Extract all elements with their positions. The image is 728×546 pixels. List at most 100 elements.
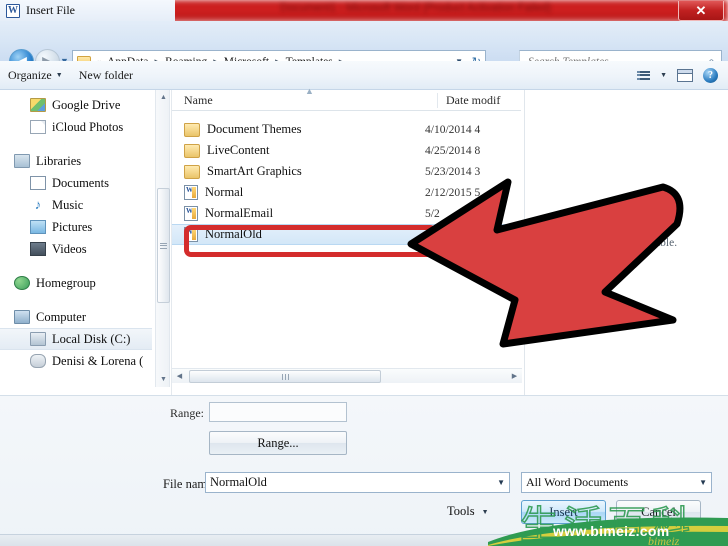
- sidebar-scrollbar[interactable]: ▲ ▼: [155, 90, 170, 387]
- table-row-selected[interactable]: W NormalOld: [172, 224, 521, 245]
- sidebar-item-label: Denisi & Lorena (: [52, 353, 144, 368]
- scrollbar-thumb[interactable]: [189, 369, 381, 383]
- sidebar-item-videos[interactable]: Videos: [0, 238, 152, 260]
- date-modified-cell: 5/2: [425, 207, 440, 220]
- table-row[interactable]: SmartArt Graphics 5/23/2014 3: [172, 161, 521, 182]
- sidebar-item-denisi-lorena[interactable]: Denisi & Lorena (: [0, 350, 152, 372]
- sidebar-item-documents[interactable]: Documents: [0, 172, 152, 194]
- file-name-label: NormalOld: [205, 227, 262, 241]
- file-name-value[interactable]: NormalOld: [210, 475, 497, 490]
- scroll-up-arrow[interactable]: ▲: [156, 90, 171, 105]
- sidebar-item-label: Computer: [36, 309, 86, 324]
- file-list-horizontal-scrollbar[interactable]: ◀ ▶: [172, 368, 522, 383]
- view-options-icon[interactable]: [637, 70, 651, 80]
- address-bar-row: ◀ ▶ ▼ « AppData ▸ Roaming ▸ Microsoft ▸ …: [0, 21, 728, 74]
- range-button[interactable]: Range...: [209, 431, 347, 455]
- videos-icon: [30, 242, 46, 256]
- file-list-rows: Document Themes 4/10/2014 4 LiveContent …: [172, 111, 521, 245]
- word-template-icon: W: [184, 185, 198, 200]
- sidebar-item-computer[interactable]: Computer: [0, 306, 152, 328]
- file-name-label: LiveContent: [207, 143, 270, 157]
- scrollbar-thumb[interactable]: [157, 188, 170, 303]
- chevron-down-icon[interactable]: ▼: [660, 72, 667, 79]
- sidebar-item-libraries[interactable]: Libraries: [0, 150, 152, 172]
- scrollbar-grip: [160, 241, 167, 250]
- file-list-header: Name ▲ Date modif: [172, 86, 521, 111]
- scroll-left-arrow[interactable]: ◀: [172, 369, 187, 384]
- music-icon: ♪: [34, 197, 42, 212]
- toolbar-right-group: ▼ ?: [637, 67, 728, 83]
- table-row[interactable]: W NormalEmail 5/2: [172, 203, 521, 224]
- word-template-icon: W: [184, 206, 198, 221]
- file-name-label: Normal: [205, 185, 244, 199]
- dialog-body: Google Drive iCloud Photos Libraries Doc…: [0, 86, 728, 395]
- word-icon: W: [6, 3, 20, 18]
- file-name-label: Document Themes: [207, 122, 302, 136]
- column-header-name-label: Name: [184, 93, 213, 107]
- preview-message: No preview available.: [575, 236, 678, 249]
- column-header-date-modified[interactable]: Date modif: [437, 93, 500, 108]
- file-type-value: All Word Documents: [526, 475, 629, 489]
- chevron-down-icon[interactable]: ▼: [699, 478, 707, 487]
- preview-pane-icon[interactable]: [677, 68, 693, 82]
- sidebar-item-label: Homegroup: [36, 275, 96, 290]
- dialog-title: Insert File: [26, 3, 75, 17]
- date-modified-cell: 4/25/2014 8: [425, 144, 481, 157]
- homegroup-icon: [14, 276, 30, 290]
- file-name-cell: W Normal: [172, 185, 425, 200]
- chevron-down-icon[interactable]: ▼: [497, 478, 505, 487]
- libraries-icon: [14, 154, 30, 168]
- computer-icon: [14, 310, 30, 324]
- file-name-combobox[interactable]: NormalOld ▼: [205, 472, 510, 493]
- chevron-down-icon: ▼: [55, 71, 63, 79]
- document-icon: [30, 120, 46, 134]
- google-drive-icon: [30, 98, 46, 112]
- file-name-cell: W NormalOld: [172, 227, 425, 242]
- navigation-sidebar: Google Drive iCloud Photos Libraries Doc…: [0, 90, 152, 395]
- cancel-button[interactable]: Cancel: [616, 500, 701, 524]
- scroll-right-arrow[interactable]: ▶: [507, 369, 522, 384]
- sidebar-item-pictures[interactable]: Pictures: [0, 216, 152, 238]
- table-row[interactable]: LiveContent 4/25/2014 8: [172, 140, 521, 161]
- file-type-select[interactable]: All Word Documents ▼: [521, 472, 712, 493]
- close-button[interactable]: ✕: [678, 1, 724, 21]
- organize-button[interactable]: Organize ▼: [0, 65, 71, 86]
- dialog-titlebar: W Insert File: [0, 0, 175, 21]
- table-row[interactable]: W Normal 2/12/2015 5: [172, 182, 521, 203]
- new-folder-button[interactable]: New folder: [71, 65, 141, 86]
- file-name-cell: LiveContent: [172, 143, 425, 158]
- sidebar-item-music[interactable]: ♪ Music: [0, 194, 152, 216]
- organize-label: Organize: [8, 67, 52, 82]
- sidebar-item-label: Libraries: [36, 153, 82, 168]
- sidebar-item-google-drive[interactable]: Google Drive: [0, 94, 152, 116]
- chevron-down-icon: ▼: [481, 507, 489, 516]
- date-modified-cell: 2/12/2015 5: [425, 186, 481, 199]
- file-name-cell: W NormalEmail: [172, 206, 425, 221]
- documents-icon: [30, 176, 46, 190]
- usb-drive-icon: [30, 354, 46, 368]
- tools-button[interactable]: Tools ▼: [447, 504, 489, 519]
- scroll-down-arrow[interactable]: ▼: [156, 372, 171, 387]
- scrollbar-track[interactable]: [187, 369, 507, 384]
- file-name-label: SmartArt Graphics: [207, 164, 302, 178]
- column-header-name[interactable]: Name ▲: [172, 86, 437, 108]
- sidebar-item-homegroup[interactable]: Homegroup: [0, 272, 152, 294]
- sidebar-item-label: Videos: [52, 241, 87, 256]
- table-row[interactable]: Document Themes 4/10/2014 4: [172, 119, 521, 140]
- sidebar-item-local-disk-c[interactable]: Local Disk (C:): [0, 328, 152, 350]
- folder-icon: [184, 122, 200, 137]
- new-folder-label: New folder: [78, 67, 134, 82]
- sidebar-item-label: Local Disk (C:): [52, 331, 131, 346]
- sidebar-item-icloud-photos[interactable]: iCloud Photos: [0, 116, 152, 138]
- command-toolbar: Organize ▼ New folder ▼ ?: [0, 61, 728, 90]
- word-template-icon: W: [184, 227, 198, 242]
- help-icon[interactable]: ?: [703, 67, 718, 83]
- sidebar-item-label: Google Drive: [52, 97, 121, 112]
- range-input[interactable]: [209, 402, 347, 422]
- sort-ascending-icon: ▲: [305, 86, 314, 96]
- insert-button[interactable]: Insert: [521, 500, 606, 524]
- date-modified-cell: 5/23/2014 3: [425, 165, 481, 178]
